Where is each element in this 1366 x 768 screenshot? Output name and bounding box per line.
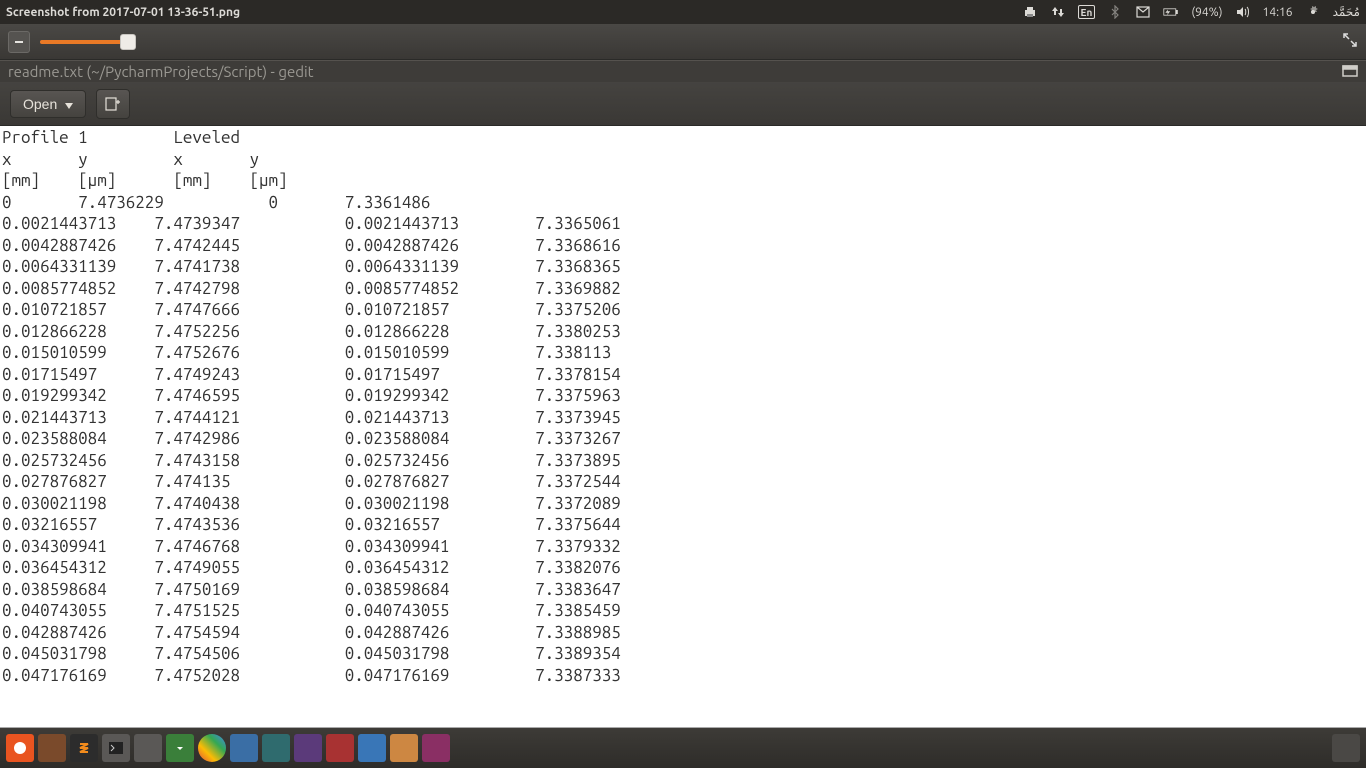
system-tray: En (94%) 14:16 مُحَمَّد bbox=[1022, 4, 1360, 20]
image-viewer-controls bbox=[0, 24, 1366, 60]
active-window-title: Screenshot from 2017-07-01 13-36-51.png bbox=[6, 6, 1022, 19]
dropdown-triangle-icon bbox=[65, 96, 73, 112]
printer-icon[interactable] bbox=[1022, 4, 1038, 20]
dock-impress-icon[interactable] bbox=[390, 734, 418, 762]
volume-icon[interactable] bbox=[1235, 4, 1251, 20]
keyboard-layout-indicator[interactable]: En bbox=[1078, 5, 1096, 19]
text-editor-area[interactable]: Profile 1 Leveled x y x y [mm] [µm] [mm]… bbox=[0, 126, 1366, 728]
battery-percent: (94%) bbox=[1191, 6, 1222, 19]
dock-screenshot-icon[interactable] bbox=[230, 734, 258, 762]
bluetooth-icon[interactable] bbox=[1107, 4, 1123, 20]
settings-gear-icon[interactable] bbox=[1305, 4, 1321, 20]
dock-app3-icon[interactable] bbox=[326, 734, 354, 762]
gedit-titlebar: readme.txt (~/PycharmProjects/Script) - … bbox=[0, 60, 1366, 82]
open-button-label: Open bbox=[23, 96, 57, 112]
zoom-out-button[interactable] bbox=[8, 31, 30, 53]
battery-icon[interactable] bbox=[1163, 4, 1179, 20]
fullscreen-icon[interactable] bbox=[1342, 32, 1358, 51]
dock-writer-icon[interactable] bbox=[358, 734, 386, 762]
new-tab-button[interactable] bbox=[96, 89, 130, 119]
dock-dash-icon[interactable] bbox=[6, 734, 34, 762]
dock-app4-icon[interactable] bbox=[422, 734, 450, 762]
bottom-dock bbox=[0, 728, 1366, 768]
editor-text-content: Profile 1 Leveled x y x y [mm] [µm] [mm]… bbox=[0, 126, 1366, 686]
dock-app1-icon[interactable] bbox=[262, 734, 290, 762]
dock-downloads-icon[interactable] bbox=[166, 734, 194, 762]
dock-trash-icon[interactable] bbox=[1332, 734, 1360, 762]
window-menu-icon[interactable] bbox=[1342, 64, 1358, 80]
dock-files-icon[interactable] bbox=[38, 734, 66, 762]
mail-icon[interactable] bbox=[1135, 4, 1151, 20]
keyboard-layout-label: En bbox=[1081, 7, 1093, 18]
zoom-slider[interactable] bbox=[40, 40, 130, 44]
clock[interactable]: 14:16 bbox=[1263, 6, 1293, 19]
dock-terminal-icon[interactable] bbox=[102, 734, 130, 762]
dock-gedit-icon[interactable] bbox=[134, 734, 162, 762]
dock-app2-icon[interactable] bbox=[294, 734, 322, 762]
gedit-toolbar: Open bbox=[0, 82, 1366, 126]
gedit-title-text: readme.txt (~/PycharmProjects/Script) - … bbox=[8, 63, 314, 80]
dock-sublime-icon[interactable] bbox=[70, 734, 98, 762]
network-updown-icon[interactable] bbox=[1050, 4, 1066, 20]
dock-chrome-icon[interactable] bbox=[198, 734, 226, 762]
open-button[interactable]: Open bbox=[10, 90, 86, 118]
system-top-panel: Screenshot from 2017-07-01 13-36-51.png … bbox=[0, 0, 1366, 24]
user-name[interactable]: مُحَمَّد bbox=[1333, 5, 1360, 19]
